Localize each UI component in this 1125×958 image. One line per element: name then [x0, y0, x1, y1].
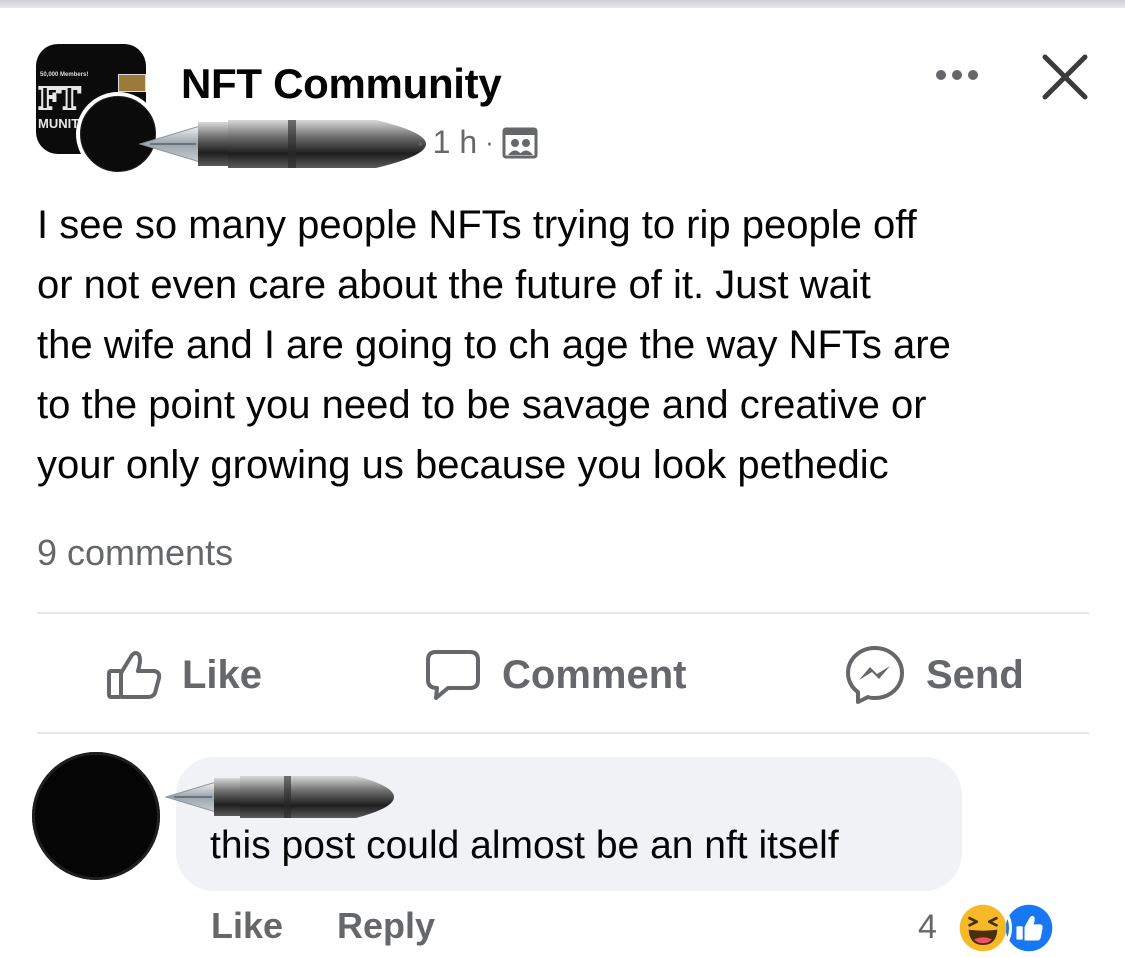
group-audience-icon	[502, 127, 538, 158]
like-label: Like	[182, 652, 263, 697]
redaction-pen-icon	[164, 776, 394, 818]
like-button[interactable]: Like	[106, 640, 262, 710]
comments-count[interactable]: 9 comments	[37, 532, 233, 574]
group-avatar-banner	[118, 74, 146, 92]
more-options-button[interactable]	[930, 64, 984, 86]
reaction-count[interactable]: 4	[918, 908, 937, 947]
comment-reply-button[interactable]: Reply	[337, 905, 435, 947]
send-label: Send	[926, 652, 1024, 697]
group-name[interactable]: NFT Community	[181, 60, 502, 108]
divider	[37, 612, 1089, 614]
commenter-avatar[interactable]	[32, 752, 160, 880]
messenger-icon	[846, 646, 904, 704]
post-time[interactable]: 1 h	[433, 124, 477, 161]
post-text-line: I see so many people NFTs trying to rip …	[37, 203, 917, 247]
meta-separator: ·	[416, 127, 425, 157]
post-page: 50,000 Members! FT MUNITY NFT Community	[0, 0, 1125, 958]
divider	[37, 732, 1089, 734]
post-meta: · 1 h ·	[416, 124, 538, 161]
top-divider	[0, 0, 1125, 8]
comment-label: Comment	[502, 652, 687, 697]
more-dots-icon	[936, 70, 946, 80]
redaction-pen-icon	[138, 120, 426, 168]
more-dots-icon	[952, 70, 962, 80]
post-text-line: the wife and I are going to ch age the w…	[37, 323, 951, 367]
comment-bubble-icon	[426, 650, 480, 700]
group-avatar-members-text: 50,000 Members!	[40, 72, 89, 78]
group-avatar-big-text: FT	[37, 81, 82, 118]
haha-icon	[954, 899, 1012, 957]
post-text-line: your only growing us because you look pe…	[37, 443, 889, 487]
comment-like-button[interactable]: Like	[211, 905, 283, 947]
send-button[interactable]: Send	[844, 640, 1024, 710]
more-dots-icon	[968, 70, 978, 80]
post-text-line: or not even care about the future of it.…	[37, 263, 871, 307]
post-text: I see so many people NFTs trying to rip …	[37, 195, 1097, 495]
comment-text: this post could almost be an nft itself	[210, 824, 839, 867]
comment-button[interactable]: Comment	[424, 640, 686, 710]
meta-separator: ·	[485, 127, 494, 157]
close-icon[interactable]	[1040, 54, 1090, 100]
thumbs-up-icon	[107, 651, 162, 699]
post-text-line: to the point you need to be savage and c…	[37, 383, 927, 427]
